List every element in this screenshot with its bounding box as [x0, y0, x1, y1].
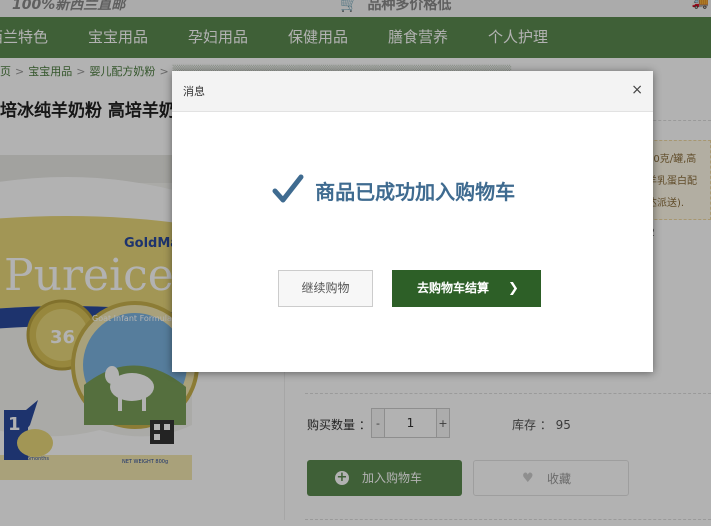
checkout-label: 去购物车结算	[417, 281, 490, 295]
chevron-right-icon: ❯	[508, 281, 519, 296]
cart-success-dialog: 消息 × 商品已成功加入购物车 继续购物 去购物车结算 ❯	[172, 71, 653, 372]
go-to-cart-checkout-button[interactable]: 去购物车结算 ❯	[392, 270, 541, 307]
checkmark-icon	[272, 174, 304, 203]
dialog-header: 消息 ×	[172, 71, 653, 112]
close-icon[interactable]: ×	[631, 81, 643, 99]
success-message: 商品已成功加入购物车	[272, 174, 515, 208]
continue-shopping-button[interactable]: 继续购物	[278, 270, 373, 307]
dialog-title: 消息	[183, 85, 205, 98]
success-text: 商品已成功加入购物车	[315, 179, 516, 204]
